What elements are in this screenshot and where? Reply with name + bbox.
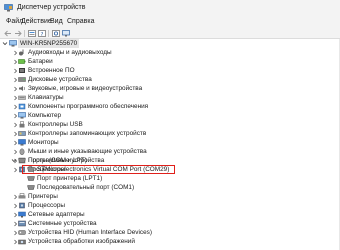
- category-label: Мониторы: [28, 139, 59, 146]
- printer-icon: [18, 193, 26, 200]
- category-row[interactable]: Устройства HID (Human Interface Devices): [0, 228, 340, 237]
- category-label: Компоненты программного обеспечения: [28, 103, 149, 110]
- speaker-icon: [18, 85, 26, 92]
- category-label: Системные устройства: [28, 220, 97, 227]
- device-tree: WIN-KR5NP255670 Аудиовходы и аудиовыходы…: [0, 39, 340, 250]
- port-item[interactable]: Порт принтера (LPT1): [0, 174, 340, 183]
- ports-category-row[interactable]: Порты (COM и LPT): [0, 156, 340, 165]
- usb-icon: [18, 121, 26, 128]
- port-item-label: Последовательный порт (COM1): [37, 184, 135, 191]
- processor-icon: [18, 202, 26, 209]
- toolbar-separator: [24, 30, 25, 37]
- category-row[interactable]: Звуковые, игровые и видеоустройства: [0, 84, 340, 93]
- keyboard-icon: [18, 94, 26, 101]
- help-icon[interactable]: ?: [37, 29, 46, 38]
- category-row[interactable]: Аудиовходы и аудиовыходы: [0, 48, 340, 57]
- computer-icon: [18, 112, 26, 119]
- hid-icon: [18, 229, 26, 236]
- category-row[interactable]: Мыши и иные указывающие устройства: [0, 147, 340, 156]
- disk-icon: [18, 76, 26, 83]
- category-label: Контроллеры запоминающих устройств: [28, 130, 147, 137]
- svg-text:?: ?: [40, 32, 43, 37]
- category-label: Мыши и иные указывающие устройства: [28, 148, 147, 155]
- system-device-icon: [18, 220, 26, 227]
- category-label: Клавиатуры: [28, 94, 64, 101]
- forward-arrow-icon[interactable]: [13, 29, 22, 38]
- firmware-icon: [18, 67, 26, 74]
- port-item[interactable]: Последовательный порт (COM1): [0, 183, 340, 192]
- port-icon: [27, 184, 35, 191]
- storage-controller-icon: [18, 130, 26, 137]
- category-row[interactable]: Батареи: [0, 57, 340, 66]
- window-title: Диспетчер устройств: [17, 4, 86, 11]
- category-label: Аудиовходы и аудиовыходы: [28, 49, 112, 56]
- category-label: Принтеры: [28, 193, 58, 200]
- mouse-icon: [18, 148, 26, 155]
- toolbar-separator: [48, 30, 49, 37]
- category-row[interactable]: Контроллеры USB: [0, 120, 340, 129]
- category-label: Дисковые устройства: [28, 76, 92, 83]
- category-label: Звуковые, игровые и видеоустройства: [28, 85, 143, 92]
- ports-category-label: Порты (COM и LPT): [28, 157, 87, 164]
- category-label: Встроенное ПО: [28, 67, 75, 74]
- tree-root[interactable]: WIN-KR5NP255670: [0, 39, 340, 48]
- category-label: Устройства обработки изображений: [28, 238, 135, 245]
- battery-icon: [18, 58, 26, 65]
- device-manager-app-icon: [4, 4, 13, 12]
- category-row[interactable]: Встроенное ПО: [0, 66, 340, 75]
- software-component-icon: [18, 103, 26, 110]
- network-icon: [18, 211, 26, 218]
- category-label: Компьютер: [28, 112, 62, 119]
- monitor-icon: [18, 139, 26, 146]
- properties-panel-icon[interactable]: [27, 29, 36, 38]
- title-bar: Диспетчер устройств: [0, 0, 340, 16]
- category-row[interactable]: Мониторы: [0, 138, 340, 147]
- category-row[interactable]: Системные устройства: [0, 219, 340, 228]
- highlight-annotation-box: [22, 165, 175, 174]
- category-label: Процессоры: [28, 202, 66, 209]
- category-row[interactable]: Принтеры: [0, 192, 340, 201]
- category-row[interactable]: Устройства обработки изображений: [0, 237, 340, 246]
- menu-help[interactable]: Справка: [67, 18, 94, 26]
- computer-icon: [9, 40, 17, 47]
- category-row[interactable]: Процессоры: [0, 201, 340, 210]
- category-row[interactable]: Компоненты программного обеспечения: [0, 102, 340, 111]
- category-label: Батареи: [28, 58, 53, 65]
- category-row[interactable]: Контроллеры запоминающих устройств: [0, 129, 340, 138]
- toolbar: ?: [0, 28, 340, 39]
- scan-hardware-icon[interactable]: [51, 29, 60, 38]
- port-icon: [18, 157, 26, 164]
- menu-view[interactable]: Вид: [50, 18, 63, 26]
- port-item-label: Порт принтера (LPT1): [37, 175, 103, 182]
- back-arrow-icon[interactable]: [3, 29, 12, 38]
- tree-root-label: WIN-KR5NP255670: [18, 39, 80, 48]
- category-row[interactable]: Клавиатуры: [0, 93, 340, 102]
- category-label: Сетевые адаптеры: [28, 211, 85, 218]
- monitor-icon[interactable]: [61, 29, 70, 38]
- category-row[interactable]: Компьютер: [0, 111, 340, 120]
- chevron-down-icon[interactable]: [11, 156, 17, 165]
- audio-icon: [18, 49, 26, 56]
- chevron-down-icon[interactable]: [2, 39, 8, 48]
- category-row[interactable]: Дисковые устройства: [0, 75, 340, 84]
- category-row[interactable]: Сетевые адаптеры: [0, 210, 340, 219]
- port-icon: [27, 175, 35, 182]
- menu-action[interactable]: Действие: [21, 18, 52, 26]
- menu-bar: Файл Действие Вид Справка: [0, 16, 340, 28]
- camera-icon: [18, 238, 26, 245]
- category-label: Контроллеры USB: [28, 121, 83, 128]
- category-label: Устройства HID (Human Interface Devices): [28, 229, 152, 236]
